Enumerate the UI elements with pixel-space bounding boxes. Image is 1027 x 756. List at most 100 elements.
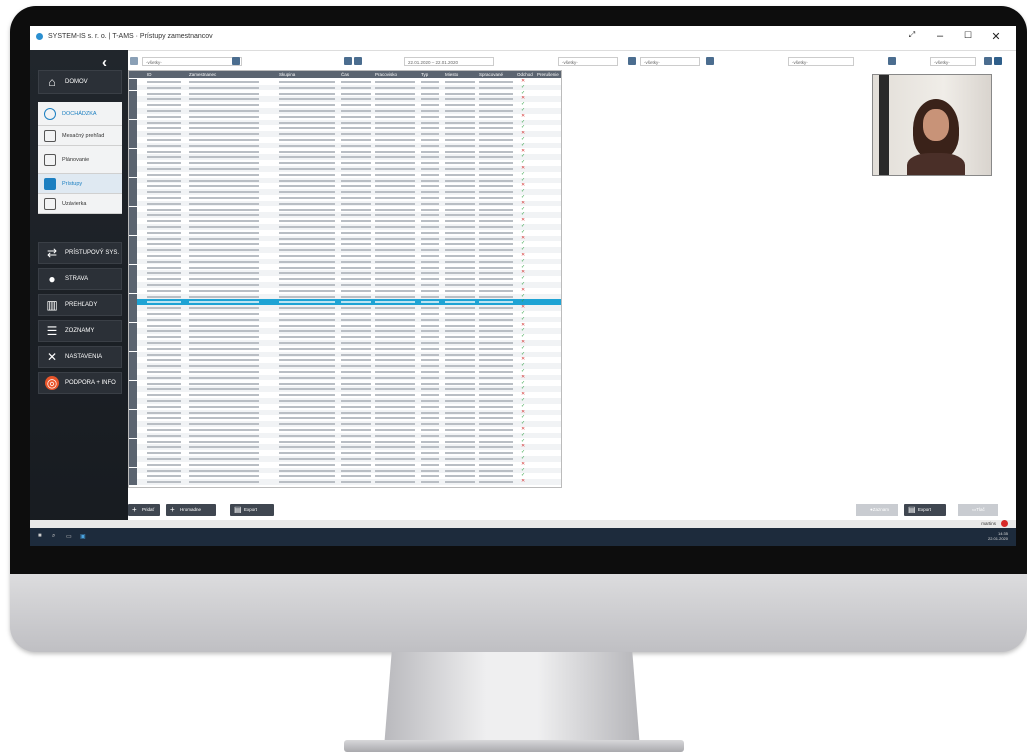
table-row[interactable]: ✓ [129,119,561,126]
search-icon[interactable]: ⌕ [52,533,55,540]
table-row[interactable]: ✕ [129,444,561,450]
table-row[interactable]: ✓ [129,108,561,114]
table-row[interactable]: ✓ [129,363,561,369]
table-row[interactable]: ✓ [129,415,561,421]
group-filter-button[interactable] [344,57,352,65]
close-button[interactable]: ✕ [986,30,1006,43]
fullscreen-button[interactable]: ⤢ [902,30,922,40]
nav-domov[interactable]: ⌂ DOMOV [38,70,122,94]
nav-planovanie[interactable]: Plánovanie [38,146,122,174]
table-row[interactable]: ✓ [129,432,561,439]
table-row[interactable]: ✕ [129,166,561,172]
table-row[interactable]: ✓ [129,345,561,352]
table-row[interactable]: ✓ [129,102,561,108]
table-row[interactable]: ✕ [129,340,561,346]
table-row[interactable]: ✕ [129,183,561,189]
table-row[interactable]: ✕ [129,218,561,224]
table-row[interactable]: ✕ [129,357,561,363]
table-row[interactable]: ✓ [129,154,561,160]
table-row[interactable]: ✓ [129,84,561,91]
filter-2-button[interactable] [706,57,714,65]
nav-pristupy[interactable]: Prístupy [38,174,122,194]
table-row[interactable]: ✓ [129,177,561,184]
table-row[interactable]: ✓ [129,403,561,410]
nav-dochadzka[interactable]: DOCHÁDZKA [38,102,122,126]
table-row[interactable]: ✕ [129,409,561,416]
export-button[interactable]: ▤ Export [904,504,946,516]
table-row[interactable]: ✓ [129,137,561,143]
table-row[interactable]: ✓ [129,125,561,131]
table-row[interactable]: ✓ [129,398,561,404]
table-row[interactable]: ✓ [129,421,561,427]
table-row[interactable]: ✓ [129,206,561,213]
settings-button[interactable] [994,57,1002,65]
table-row[interactable]: ✓ [129,351,561,358]
table-row[interactable]: ✕ [129,96,561,102]
table-row[interactable]: ✕ [129,270,561,276]
filter-3-button[interactable] [888,57,896,65]
col-employee[interactable]: Zamestnanec [189,71,216,78]
col-place[interactable]: Miesto [445,71,458,78]
filter-2[interactable]: -všetky- [640,57,700,66]
col-group[interactable]: Skupina [279,71,295,78]
nav-pristupovy-sys[interactable]: ⇄ PRÍSTUPOVÝ SYS. [38,242,122,264]
table-row[interactable]: ✓ [129,334,561,340]
col-break[interactable]: Prerušenie [537,71,559,78]
table-row[interactable]: ✓ [129,258,561,265]
table-row[interactable]: ✕ [129,392,561,398]
table-row[interactable]: ✓ [129,241,561,247]
col-time[interactable]: Čas [341,71,349,78]
filter-4[interactable]: -všetky- [930,57,976,66]
table-row[interactable]: ✓ [129,90,561,97]
windows-start-icon[interactable]: ■ [38,533,42,539]
table-row[interactable]: ✓ [129,369,561,375]
table-row[interactable]: ✓ [129,450,561,456]
table-row[interactable]: ✓ [129,380,561,387]
add-button[interactable]: + Pridať [128,504,160,516]
table-row[interactable]: ✕ [129,374,561,381]
table-row[interactable]: ✕ [129,253,561,259]
add-many-button[interactable]: +Hromadne zapis [166,504,216,524]
filter-1-button[interactable] [628,57,636,65]
table-row[interactable]: ✓ [129,212,561,218]
table-row[interactable]: ✕ [129,287,561,294]
col-workplace[interactable]: Pracovisko [375,71,397,78]
table-row[interactable]: ✕ [129,235,561,242]
table-row[interactable]: ✓ [129,142,561,149]
person-filter-button[interactable] [232,57,240,65]
minimize-button[interactable]: – [930,30,950,42]
task-view-icon[interactable]: ▭ [66,533,72,540]
back-chevron-icon[interactable]: ‹ [102,54,107,71]
table-row[interactable]: ✓ [129,224,561,230]
nav-strava[interactable]: ● STRAVA [38,268,122,290]
table-row[interactable]: ✓ [129,276,561,282]
maximize-button[interactable]: ☐ [958,30,978,41]
nav-uzavierka[interactable]: Uzávierka [38,194,122,214]
table-row[interactable]: ✓ [129,311,561,317]
table-row[interactable]: ✕ [129,200,561,207]
table-row[interactable]: ✓ [129,282,561,288]
table-row[interactable]: ✕ [129,148,561,155]
table-row[interactable]: ✓ [129,293,561,300]
filter-1[interactable]: -všetky- [558,57,618,66]
nav-podpora-info[interactable]: ◎ PODPORA + INFO [38,372,122,394]
col-exit[interactable]: Odchod [517,71,533,78]
print-button[interactable]: ▭Tlač [958,504,998,516]
col-id[interactable]: ID [147,71,152,78]
table-row[interactable]: ✓ [129,264,561,271]
col-type[interactable]: Typ [421,71,428,78]
table-row[interactable]: ✓ [129,438,561,445]
table-row[interactable]: ✕ [129,79,561,85]
table-row[interactable]: ✓ [129,467,561,474]
table-row[interactable]: ✓ [129,473,561,479]
table-row[interactable]: ✕ [129,305,561,311]
table-row[interactable]: ✓ [129,316,561,323]
table-row[interactable]: ✕ [129,113,561,120]
filter-3[interactable]: -všetky- [788,57,854,66]
table-row[interactable]: ✓ [129,247,561,253]
person-filter[interactable]: -všetky- [142,57,242,66]
table-row[interactable]: ✓ [129,386,561,392]
table-row[interactable]: ✓ [129,456,561,462]
table-row[interactable]: ✓ [129,195,561,201]
date-range-filter[interactable]: 22.01.2020 – 22.01.2020 [404,57,494,66]
